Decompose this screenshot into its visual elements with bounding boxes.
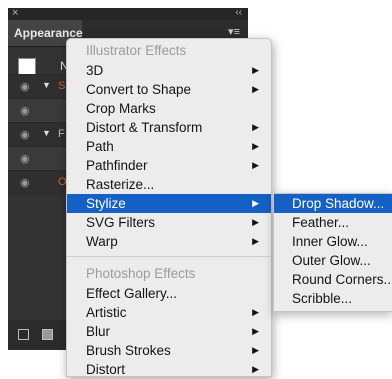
menu-item-convert-to-shape[interactable]: Convert to Shape ▶ [67, 80, 271, 99]
submenu-arrow-icon: ▶ [252, 122, 259, 132]
menu-item-label: Rasterize... [86, 177, 155, 192]
submenu-arrow-icon: ▶ [252, 141, 259, 151]
add-stroke-icon[interactable] [18, 329, 29, 340]
menu-separator [67, 256, 271, 257]
menu-item-rasterize[interactable]: Rasterize... [67, 175, 271, 194]
menu-item-label: SVG Filters [86, 215, 156, 230]
menu-item-blur[interactable]: Blur ▶ [67, 322, 271, 341]
add-fill-icon[interactable] [42, 329, 53, 340]
menu-header-photoshop-effects: Photoshop Effects [86, 266, 196, 281]
menu-item-label: Artistic [86, 305, 127, 320]
submenu-arrow-icon: ▶ [252, 364, 259, 374]
submenu-arrow-icon: ▶ [252, 198, 259, 208]
submenu-arrow-icon: ▶ [252, 326, 259, 336]
menu-item-label: Effect Gallery... [86, 286, 178, 301]
submenu-arrow-icon: ▶ [252, 307, 259, 317]
menu-item-label: Path [86, 139, 114, 154]
close-icon[interactable]: × [12, 7, 18, 19]
menu-item-artistic[interactable]: Artistic ▶ [67, 303, 271, 322]
menu-item-brush-strokes[interactable]: Brush Strokes ▶ [67, 341, 271, 360]
submenu-item-inner-glow[interactable]: Inner Glow... [274, 232, 392, 251]
menu-item-distort[interactable]: Distort ▶ [67, 360, 271, 379]
menu-item-pathfinder[interactable]: Pathfinder ▶ [67, 156, 271, 175]
effect-menu: Illustrator Effects 3D ▶ Convert to Shap… [66, 38, 272, 377]
eye-icon[interactable]: ◉ [20, 80, 30, 93]
menu-item-effect-gallery[interactable]: Effect Gallery... [67, 284, 271, 303]
submenu-arrow-icon: ▶ [252, 160, 259, 170]
panel-title-bar: × ‹‹ [8, 7, 248, 20]
menu-item-path[interactable]: Path ▶ [67, 137, 271, 156]
menu-header-illustrator-effects: Illustrator Effects [86, 43, 187, 58]
menu-item-stylize[interactable]: Stylize ▶ [67, 194, 271, 213]
menu-item-3d[interactable]: 3D ▶ [67, 61, 271, 80]
menu-item-distort-transform[interactable]: Distort & Transform ▶ [67, 118, 271, 137]
submenu-arrow-icon: ▶ [252, 236, 259, 246]
collapse-icon[interactable]: ‹‹ [235, 7, 242, 18]
submenu-item-outer-glow[interactable]: Outer Glow... [274, 251, 392, 270]
eye-icon[interactable]: ◉ [20, 152, 30, 165]
submenu-arrow-icon: ▶ [252, 84, 259, 94]
stylize-submenu: Drop Shadow... Feather... Inner Glow... … [273, 193, 392, 312]
menu-item-svg-filters[interactable]: SVG Filters ▶ [67, 213, 271, 232]
submenu-item-drop-shadow[interactable]: Drop Shadow... [274, 194, 392, 213]
submenu-arrow-icon: ▶ [252, 217, 259, 227]
menu-item-crop-marks[interactable]: Crop Marks [67, 99, 271, 118]
disclosure-triangle-icon[interactable]: ▼ [42, 80, 51, 90]
disclosure-triangle-icon[interactable]: ▼ [42, 128, 51, 138]
row-label: S [58, 80, 66, 92]
submenu-arrow-icon: ▶ [252, 65, 259, 75]
panel-menu-icon[interactable]: ▾≡ [228, 25, 240, 38]
menu-item-label: Crop Marks [86, 101, 156, 116]
menu-item-label: Distort [86, 362, 126, 377]
menu-item-label: Warp [86, 234, 118, 249]
menu-item-label: Convert to Shape [86, 82, 192, 97]
menu-item-label: Brush Strokes [86, 343, 171, 358]
menu-item-label: 3D [86, 63, 104, 78]
submenu-item-feather[interactable]: Feather... [274, 213, 392, 232]
submenu-item-scribble[interactable]: Scribble... [274, 289, 392, 308]
menu-item-warp[interactable]: Warp ▶ [67, 232, 271, 251]
menu-item-label: Stylize [86, 196, 126, 211]
eye-icon[interactable]: ◉ [20, 176, 30, 189]
row-label: F [58, 128, 65, 140]
submenu-item-round-corners[interactable]: Round Corners... [274, 270, 392, 289]
menu-item-label: Blur [86, 324, 111, 339]
eye-icon[interactable]: ◉ [20, 128, 30, 141]
menu-item-label: Distort & Transform [86, 120, 203, 135]
submenu-arrow-icon: ▶ [252, 345, 259, 355]
menu-item-label: Pathfinder [86, 158, 148, 173]
eye-icon[interactable]: ◉ [20, 104, 30, 117]
